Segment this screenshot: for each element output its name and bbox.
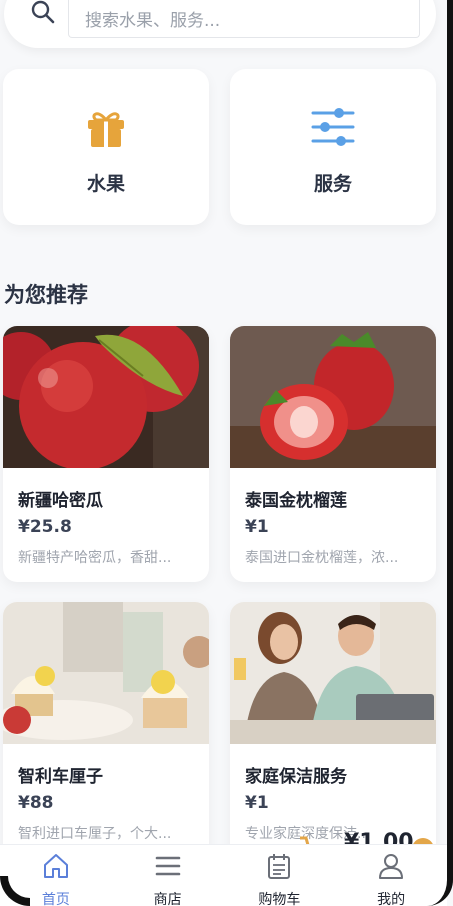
nav-item-me[interactable]: 我的 (335, 845, 447, 906)
nav-item-shop[interactable]: 商店 (112, 845, 224, 906)
product-name: 新疆哈密瓜 (18, 491, 103, 511)
gift-icon (88, 112, 124, 147)
nav-label: 商店 (153, 892, 182, 906)
cart-list-icon (268, 854, 291, 879)
product-card[interactable]: 新疆哈密瓜 ¥25.8 新疆特产哈密瓜，香甜... (3, 326, 209, 582)
search-input[interactable] (68, 0, 420, 38)
category-service-card[interactable]: 服务 (230, 69, 436, 225)
category-fruit-card[interactable]: 水果 (3, 69, 209, 225)
product-price: ¥1 (245, 517, 269, 537)
product-card[interactable]: 智利车厘子 ¥88 智利进口车厘子，个大... (3, 602, 209, 858)
strawberries-photo (230, 326, 436, 468)
home-icon (43, 854, 68, 878)
category-label: 水果 (86, 173, 125, 195)
product-desc: 智利进口车厘子，个大... (18, 826, 172, 842)
nav-label: 我的 (377, 892, 406, 906)
product-price: ¥1 (245, 793, 269, 813)
search-bar (4, 0, 436, 48)
section-title: 为您推荐 (4, 283, 88, 307)
product-price: ¥88 (18, 793, 54, 813)
nav-item-cart[interactable]: 购物车 (224, 845, 336, 906)
product-name: 智利车厘子 (18, 767, 103, 787)
couple-laptop-photo (230, 602, 436, 744)
product-desc: 泰国进口金枕榴莲，浓... (245, 550, 399, 566)
product-name: 家庭保洁服务 (245, 767, 347, 787)
cupcakes-photo (3, 602, 209, 744)
product-card[interactable]: 泰国金枕榴莲 ¥1 泰国进口金枕榴莲，浓... (230, 326, 436, 582)
user-icon (379, 854, 404, 879)
search-icon[interactable] (30, 0, 56, 25)
product-name: 泰国金枕榴莲 (245, 491, 347, 511)
product-desc: 新疆特产哈密瓜，香甜... (18, 550, 172, 566)
nav-label: 购物车 (258, 892, 301, 906)
product-card[interactable]: 家庭保洁服务 ¥1 专业家庭深度保洁... (230, 602, 436, 858)
apples-photo (3, 326, 209, 468)
category-label: 服务 (313, 173, 352, 195)
menu-icon (155, 856, 180, 876)
sliders-icon (311, 108, 355, 146)
product-price: ¥25.8 (18, 517, 72, 537)
bottom-nav: 首页 商店 购物车 我的 (0, 844, 447, 906)
